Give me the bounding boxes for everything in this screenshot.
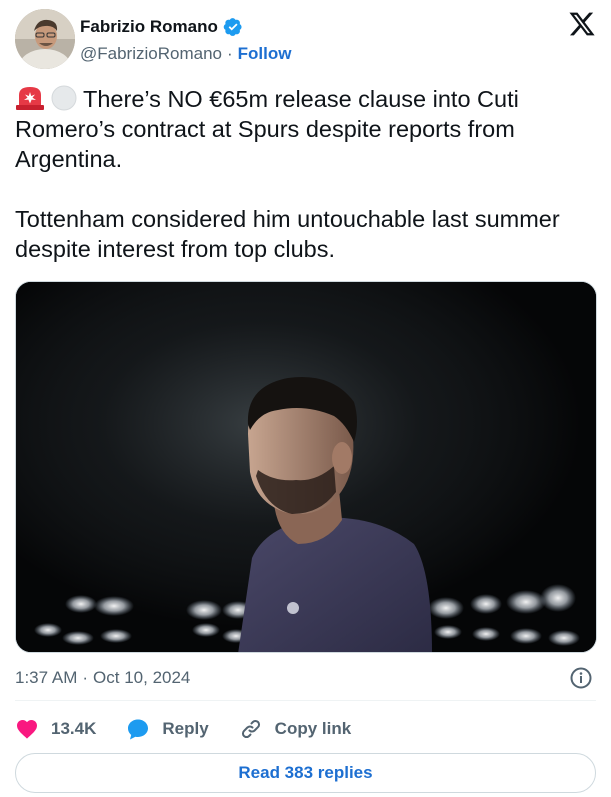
avatar[interactable]	[15, 9, 75, 69]
tweet-time: 1:37 AM	[15, 668, 78, 687]
copy-link-button[interactable]: Copy link	[239, 717, 352, 741]
like-button[interactable]: 13.4K	[15, 717, 96, 741]
display-name[interactable]: Fabrizio Romano	[80, 17, 218, 37]
like-count: 13.4K	[51, 719, 97, 738]
follow-button[interactable]: Follow	[238, 44, 292, 64]
info-icon[interactable]	[569, 666, 593, 690]
divider	[15, 700, 596, 701]
name-row: Fabrizio Romano	[80, 17, 243, 37]
separator-dot: ·	[226, 44, 233, 63]
speech-bubble-icon	[126, 717, 150, 741]
handle[interactable]: @FabrizioRomano	[80, 44, 222, 64]
tweet-paragraph-1-text: There’s NO €65m release clause into Cuti…	[15, 86, 519, 172]
reply-button[interactable]: Reply	[126, 717, 209, 741]
tweet-paragraph-1: There’s NO €65m release clause into Cuti…	[15, 84, 599, 174]
reply-label: Reply	[162, 719, 209, 738]
tweet-header: Fabrizio Romano @FabrizioRomano · Follow	[15, 9, 596, 71]
tweet-date: Oct 10, 2024	[93, 668, 191, 687]
siren-emoji-icon	[15, 85, 45, 111]
verified-badge-icon	[223, 17, 243, 37]
white-circle-emoji-icon	[49, 85, 79, 111]
action-bar: 13.4K Reply Copy link	[15, 715, 596, 743]
x-logo-icon[interactable]	[568, 10, 596, 38]
link-icon	[239, 717, 263, 741]
tweet-paragraph-2: Tottenham considered him untouchable las…	[15, 206, 560, 262]
timestamp-separator: ·	[82, 668, 89, 687]
tweet-timestamp[interactable]: 1:37 AM · Oct 10, 2024	[15, 666, 596, 690]
heart-icon	[15, 717, 39, 741]
copy-link-label: Copy link	[274, 719, 352, 738]
tweet-embed-card: Fabrizio Romano @FabrizioRomano · Follow	[0, 0, 611, 797]
handle-row: @FabrizioRomano · Follow	[80, 44, 291, 64]
tweet-text: There’s NO €65m release clause into Cuti…	[15, 84, 599, 264]
player-photo-illustration	[16, 282, 596, 652]
tweet-photo[interactable]	[15, 281, 597, 653]
read-replies-button[interactable]: Read 383 replies	[15, 753, 596, 793]
